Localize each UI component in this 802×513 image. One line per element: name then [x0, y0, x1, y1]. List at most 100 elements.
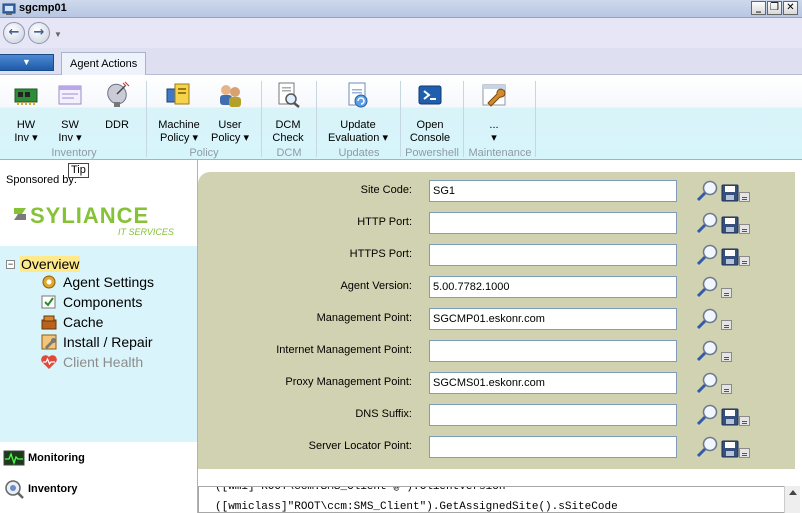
tree-item-install-repair[interactable]: Install / Repair	[40, 333, 152, 351]
search-icon[interactable]	[695, 404, 721, 426]
users-icon	[220, 85, 241, 107]
field-actions	[695, 404, 750, 426]
minimize-button[interactable]: _	[751, 1, 766, 15]
collapse-icon[interactable]: −	[6, 259, 15, 269]
field-input[interactable]	[429, 308, 677, 330]
field-input[interactable]	[429, 244, 677, 266]
field-label: Server Locator Point:	[308, 440, 412, 452]
field-actions	[695, 340, 732, 362]
sw-inv-label-line1: SW	[61, 119, 79, 131]
save-icon[interactable]	[721, 440, 739, 458]
group-separator	[400, 81, 401, 157]
field-label: Agent Version:	[340, 280, 412, 292]
update-evaluation-button[interactable]: Update Evaluation ▾	[324, 81, 392, 145]
dcm-check-button[interactable]: DCM Check	[270, 81, 306, 145]
machine-policy-label-line1: Machine	[158, 119, 200, 131]
options-icon[interactable]	[739, 256, 750, 266]
user-policy-button[interactable]: User Policy ▾	[208, 81, 252, 145]
hw-inv-button[interactable]: HW Inv ▾	[8, 81, 44, 145]
console-line: ([wmi]"ROOT\ccm:SMS_Client=@").ClientVer…	[215, 486, 506, 493]
field-actions	[695, 212, 750, 234]
sponsor-logo[interactable]: SYLIANCE IT SERVICES	[10, 194, 200, 242]
form-row: HTTP Port:	[198, 212, 795, 234]
open-console-button[interactable]: Open Console	[408, 81, 452, 145]
chevron-down-icon: ▾	[192, 132, 198, 144]
options-icon[interactable]	[721, 352, 732, 362]
powershell-console-output[interactable]: ([wmi]"ROOT\ccm:SMS_Client=@").ClientVer…	[198, 486, 793, 513]
options-icon[interactable]	[721, 320, 732, 330]
search-icon[interactable]	[695, 276, 721, 298]
maximize-button[interactable]: ❐	[767, 1, 782, 15]
tab-agent-actions[interactable]: Agent Actions	[61, 52, 147, 76]
group-label-updates: Updates	[338, 147, 380, 159]
maintenance-more-button[interactable]: ... ▾	[476, 81, 512, 145]
search-icon[interactable]	[695, 212, 721, 234]
back-button[interactable]: ←	[3, 22, 25, 44]
search-icon[interactable]	[695, 436, 721, 458]
tree-item-client-health[interactable]: Client Health	[40, 353, 143, 371]
chevron-down-icon: ▾	[76, 132, 82, 144]
field-input[interactable]	[429, 212, 677, 234]
search-icon[interactable]	[695, 244, 721, 266]
tree-item-components[interactable]: Components	[40, 293, 142, 311]
form-row: Management Point:	[198, 308, 795, 330]
tree-item-agent-settings[interactable]: Agent Settings	[40, 273, 154, 291]
left-pane: Sponsored by: Tip SYLIANCE IT SERVICES −…	[0, 160, 198, 513]
close-button[interactable]: ✕	[783, 1, 798, 15]
field-input[interactable]	[429, 180, 677, 202]
save-icon[interactable]	[721, 408, 739, 426]
save-icon[interactable]	[721, 216, 739, 234]
tree-item-cache[interactable]: Cache	[40, 313, 103, 331]
dcm-check-label-line1: DCM	[275, 119, 301, 131]
field-label: Site Code:	[360, 184, 412, 196]
hardware-icon	[14, 88, 38, 105]
field-input[interactable]	[429, 436, 677, 458]
field-actions	[695, 308, 732, 330]
options-icon[interactable]	[739, 416, 750, 426]
group-separator	[535, 81, 536, 157]
tree-item-overview[interactable]: − Overview	[6, 256, 81, 272]
options-icon[interactable]	[739, 448, 750, 458]
sw-inv-button[interactable]: SW Inv ▾	[52, 81, 88, 145]
options-icon[interactable]	[739, 224, 750, 234]
nav-section-inventory[interactable]: Inventory	[3, 479, 78, 499]
field-input[interactable]	[429, 372, 677, 394]
field-label: HTTPS Port:	[349, 248, 412, 260]
field-input[interactable]	[429, 276, 677, 298]
tree-item-label: Components	[63, 294, 143, 310]
application-menu-button[interactable]: ▼	[0, 54, 54, 71]
group-label-inventory: Inventory	[51, 147, 97, 159]
client-health-icon	[41, 355, 57, 369]
scroll-up-icon[interactable]	[788, 490, 797, 495]
field-label: Management Point:	[316, 312, 412, 324]
options-icon[interactable]	[721, 384, 732, 394]
nav-section-monitoring[interactable]: Monitoring	[3, 448, 85, 468]
field-input[interactable]	[429, 340, 677, 362]
chevron-down-icon: ▾	[243, 132, 249, 144]
save-icon[interactable]	[721, 184, 739, 202]
tooltip: Tip	[68, 163, 89, 178]
group-label-powershell: Powershell	[405, 147, 459, 159]
search-icon[interactable]	[695, 340, 721, 362]
search-icon[interactable]	[695, 180, 721, 202]
form-row: Site Code:	[198, 180, 795, 202]
options-icon[interactable]	[721, 288, 732, 298]
tree-item-overview-label[interactable]: Overview	[20, 256, 81, 272]
options-icon[interactable]	[739, 192, 750, 202]
update-icon	[348, 82, 368, 108]
save-icon[interactable]	[721, 248, 739, 266]
monitoring-icon	[3, 450, 25, 466]
field-input[interactable]	[429, 404, 677, 426]
machine-policy-button[interactable]: Machine Policy ▾	[154, 81, 204, 145]
search-icon[interactable]	[695, 372, 721, 394]
forward-button[interactable]: →	[28, 22, 50, 44]
agent-settings-icon	[42, 275, 56, 289]
console-scrollbar[interactable]	[784, 486, 800, 513]
ddr-button[interactable]: DDR	[100, 81, 134, 132]
group-separator	[316, 81, 317, 157]
nav-section-label: Monitoring	[28, 452, 85, 464]
sponsored-label: Sponsored by:	[6, 174, 77, 186]
search-icon[interactable]	[695, 308, 721, 330]
field-actions	[695, 372, 732, 394]
history-dropdown-icon[interactable]: ▼	[54, 30, 62, 39]
